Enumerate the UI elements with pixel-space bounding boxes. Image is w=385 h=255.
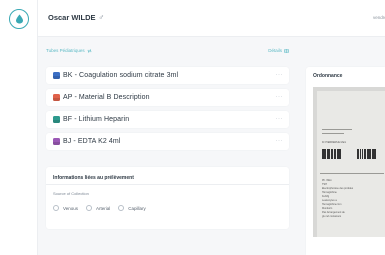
tubes-section-header: Tubes Pédiatriques Détails — [46, 48, 289, 56]
doc-text-line: Hémoglobine — [322, 191, 337, 194]
details-button[interactable]: Détails — [268, 48, 289, 53]
tube-label: BF - Lithium Heparin — [63, 116, 130, 123]
doc-divider — [322, 133, 344, 134]
tube-cap-icon — [53, 94, 60, 101]
tube-label: BK - Coagulation sodium citrate 3ml — [63, 72, 179, 79]
tube-list: BK - Coagulation sodium citrate 3ml ··· … — [46, 67, 289, 155]
doc-text-line: TSH — [322, 183, 327, 186]
radio-circle-icon[interactable] — [53, 205, 59, 211]
ordonnance-title: Ordonnance — [313, 73, 343, 79]
app-logo-icon[interactable] — [9, 9, 29, 29]
doc-text-line: Dr PIERRERUE Marc — [322, 141, 347, 144]
tube-label: BJ - EDTA K2 4ml — [63, 138, 121, 145]
more-options-icon[interactable]: ··· — [276, 94, 284, 100]
doc-divider — [320, 173, 384, 174]
radio-label: Venous — [63, 205, 79, 211]
patient-name-text: Oscar WILDE — [48, 13, 96, 22]
radio-label: Capillary — [128, 205, 146, 211]
details-label: Détails — [268, 48, 282, 53]
doc-text-line: Fe/Mg — [322, 195, 330, 198]
more-options-icon[interactable]: ··· — [276, 116, 284, 122]
collection-info-title: Informations liées au prélèvement — [53, 175, 134, 181]
collection-info-card: Informations liées au prélèvement Source… — [46, 167, 289, 229]
barcode-icon — [322, 149, 342, 159]
swap-icon — [87, 48, 92, 53]
tubes-section-title: Tubes Pédiatriques — [46, 48, 85, 53]
doc-text-line: Electrophorèse des protides — [322, 187, 354, 190]
radio-label: Arterial — [96, 205, 111, 211]
doc-text-line: glu ref containers — [322, 215, 342, 218]
date-label: vendredi — [373, 15, 385, 20]
prescription-paper: Dr PIERRERUE Marc Ph. ffdkn TSH Electrop… — [317, 91, 385, 237]
tubes-pediatric-toggle[interactable]: Tubes Pédiatriques — [46, 48, 92, 53]
patient-name: Oscar WILDE ♂ — [48, 13, 105, 22]
barcode-icon — [357, 149, 377, 159]
doc-text-line: Hemoglobine Gm — [322, 203, 342, 206]
prescription-image[interactable]: Dr PIERRERUE Marc Ph. ffdkn TSH Electrop… — [313, 87, 385, 237]
tube-cap-icon — [53, 138, 60, 145]
doc-divider — [322, 129, 352, 130]
radio-venous[interactable]: Venous — [53, 205, 78, 211]
tube-card[interactable]: BF - Lithium Heparin ··· — [46, 111, 289, 128]
more-options-icon[interactable]: ··· — [276, 72, 284, 78]
doc-text-line: Ph. ffdkn — [322, 179, 332, 182]
tube-cap-icon — [53, 72, 60, 79]
grid-icon — [284, 48, 289, 53]
tube-card[interactable]: AP - Material B Description ··· — [46, 89, 289, 106]
top-bar: Oscar WILDE ♂ vendredi — [38, 0, 385, 37]
tube-cap-icon — [53, 116, 60, 123]
source-of-collection-label: Source of Collection — [53, 191, 89, 196]
male-symbol-icon: ♂ — [98, 12, 105, 22]
main-content: Tubes Pédiatriques Détails BK - Coagulat… — [38, 37, 385, 255]
tube-card[interactable]: BK - Coagulation sodium citrate 3ml ··· — [46, 67, 289, 84]
radio-arterial[interactable]: Arterial — [86, 205, 110, 211]
ordonnance-panel: Ordonnance Dr PIERRERUE Marc Ph. ffdkn T… — [306, 67, 385, 255]
radio-circle-icon[interactable] — [118, 205, 125, 211]
doc-text-line: Monitorin — [322, 207, 333, 210]
more-options-icon[interactable]: ··· — [276, 138, 284, 144]
divider — [46, 184, 289, 185]
radio-capillary[interactable]: Capillary — [118, 205, 146, 211]
doc-text-line: Leukocytes a — [322, 199, 337, 202]
tube-card[interactable]: BJ - EDTA K2 4ml ··· — [46, 133, 289, 150]
sidebar — [0, 0, 38, 255]
radio-circle-icon[interactable] — [86, 205, 93, 211]
source-radio-group: Venous Arterial Capillary — [53, 205, 154, 211]
doc-text-line: Pas Arrangement de — [322, 211, 345, 214]
tube-label: AP - Material B Description — [63, 94, 150, 101]
